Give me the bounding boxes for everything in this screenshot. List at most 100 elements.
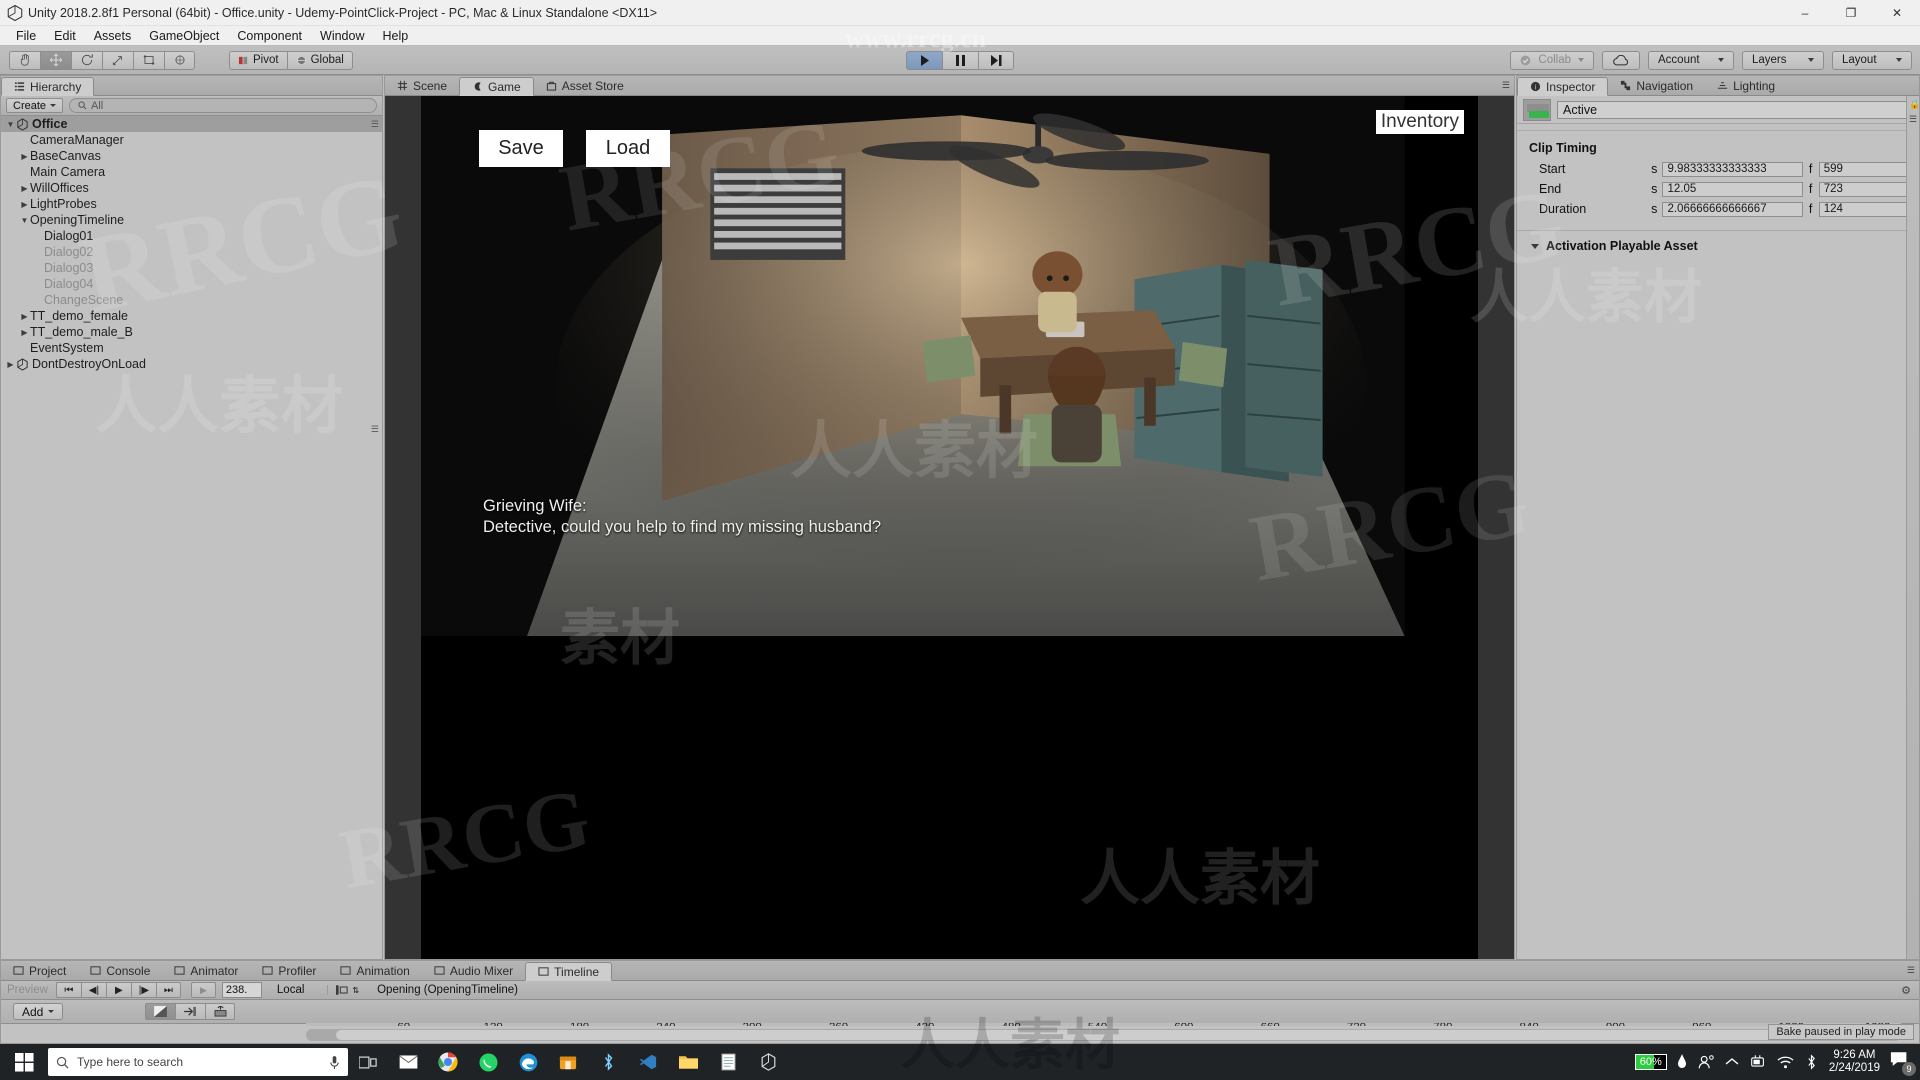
hierarchy-item-dontdestroyonload[interactable]: ▶DontDestroyOnLoad — [1, 356, 382, 372]
game-render-area[interactable]: Save Load Inventory Grieving Wife: Detec… — [421, 96, 1478, 959]
tab-animation[interactable]: Animation — [328, 961, 421, 980]
add-track-button[interactable]: Add — [13, 1003, 63, 1020]
timeline-asset-selector[interactable]: ⇅ — [327, 985, 359, 995]
menu-item-window[interactable]: Window — [311, 26, 373, 46]
tab-lighting[interactable]: Lighting — [1705, 76, 1787, 95]
menu-item-assets[interactable]: Assets — [85, 26, 141, 46]
frames-field[interactable]: 723 — [1819, 182, 1919, 197]
microphone-icon[interactable] — [329, 1055, 340, 1070]
tab-timeline[interactable]: Timeline — [525, 962, 612, 981]
previous-frame-button[interactable]: ◀| — [81, 982, 106, 998]
go-to-end-button[interactable]: ⏭ — [156, 982, 181, 998]
move-tool-button[interactable] — [40, 51, 71, 70]
next-frame-button[interactable]: |▶ — [131, 982, 156, 998]
rect-tool-button[interactable] — [133, 51, 164, 70]
battery-indicator[interactable]: 60% — [1635, 1054, 1667, 1070]
hierarchy-options-icon[interactable]: ☰ — [371, 119, 379, 130]
minimize-button[interactable]: – — [1782, 0, 1828, 26]
bluetooth-icon[interactable] — [588, 1044, 628, 1080]
chevron-up-icon[interactable] — [1725, 1057, 1739, 1067]
save-button[interactable]: Save — [479, 130, 563, 167]
frames-field[interactable]: 599 — [1819, 162, 1919, 177]
unity-taskbar-icon[interactable] — [748, 1044, 788, 1080]
whatsapp-icon[interactable] — [468, 1044, 508, 1080]
start-button[interactable] — [0, 1044, 48, 1080]
game-canvas[interactable]: Save Load Inventory Grieving Wife: Detec… — [385, 96, 1514, 959]
battery-plug-icon[interactable] — [1749, 1055, 1767, 1069]
task-view-icon[interactable] — [348, 1044, 388, 1080]
file-explorer-icon[interactable] — [668, 1044, 708, 1080]
play-button[interactable] — [906, 51, 942, 70]
play-timeline-button[interactable]: ▶ — [106, 982, 131, 998]
inventory-button[interactable]: Inventory — [1376, 110, 1464, 134]
timeline-mode-mix-button[interactable] — [145, 1003, 175, 1020]
account-button[interactable]: Account — [1648, 51, 1734, 70]
taskbar-search-input[interactable]: Type here to search — [48, 1048, 348, 1076]
hierarchy-item-eventsystem[interactable]: EventSystem — [1, 340, 382, 356]
chrome-icon[interactable] — [428, 1044, 468, 1080]
timeline-mode-ripple-button[interactable] — [175, 1003, 205, 1020]
load-button[interactable]: Load — [586, 130, 670, 167]
game-options-icon[interactable]: ☰ — [1502, 80, 1510, 91]
tab-audio-mixer[interactable]: Audio Mixer — [422, 961, 525, 980]
timeline-settings-icon[interactable]: ⚙ — [1901, 984, 1911, 997]
create-button[interactable]: Create — [6, 98, 63, 113]
menu-item-file[interactable]: File — [7, 26, 45, 46]
tab-profiler[interactable]: Profiler — [250, 961, 328, 980]
menu-item-edit[interactable]: Edit — [45, 26, 85, 46]
bluetooth-tray-icon[interactable] — [1804, 1054, 1819, 1070]
preview-label[interactable]: Preview — [1, 984, 56, 996]
pivot-button[interactable]: Pivot — [229, 51, 287, 70]
edge-icon[interactable] — [508, 1044, 548, 1080]
frames-field[interactable]: 124 — [1819, 202, 1919, 217]
inspector-options-icon[interactable]: ☰ — [1909, 114, 1917, 125]
timeline-horizontal-scrollbar[interactable] — [306, 1029, 1901, 1041]
timeline-mode-replace-button[interactable] — [205, 1003, 235, 1020]
hierarchy-item-changescene[interactable]: ChangeScene — [1, 292, 382, 308]
tab-scene[interactable]: Scene — [385, 76, 459, 95]
pause-button[interactable] — [942, 51, 978, 70]
hierarchy-item-tt-demo-female[interactable]: ▶TT_demo_female — [1, 308, 382, 324]
seconds-field[interactable]: 9.98333333333333 — [1662, 162, 1802, 177]
tab-asset-store[interactable]: Asset Store — [534, 76, 636, 95]
tab-hierarchy[interactable]: Hierarchy — [1, 77, 94, 96]
frame-field[interactable]: 238. — [222, 982, 262, 998]
taskbar-clock[interactable]: 9:26 AM 2/24/2019 — [1829, 1049, 1880, 1075]
activation-playable-asset-foldout[interactable]: Activation Playable Asset — [1517, 237, 1919, 255]
close-button[interactable]: ✕ — [1874, 0, 1920, 26]
hierarchy-item-cameramanager[interactable]: CameraManager — [1, 132, 382, 148]
seconds-field[interactable]: 2.06666666666667 — [1662, 202, 1802, 217]
scrollbar-thumb[interactable] — [336, 1030, 1897, 1040]
transform-tool-button[interactable] — [164, 51, 195, 70]
layout-button[interactable]: Layout — [1832, 51, 1912, 70]
seconds-field[interactable]: 12.05 — [1662, 182, 1802, 197]
hierarchy-item-lightprobes[interactable]: ▶LightProbes — [1, 196, 382, 212]
timeline-options-icon[interactable]: ☰ — [1907, 965, 1915, 976]
people-icon[interactable] — [1697, 1054, 1715, 1070]
wifi-icon[interactable] — [1777, 1055, 1794, 1069]
menu-item-help[interactable]: Help — [373, 26, 417, 46]
layers-button[interactable]: Layers — [1742, 51, 1824, 70]
mail-icon[interactable] — [388, 1044, 428, 1080]
timeline-clip-area[interactable]: 6012018024030036042048054060066072078084… — [306, 1023, 1901, 1026]
scale-tool-button[interactable] — [102, 51, 133, 70]
hierarchy-item-openingtimeline[interactable]: ▼OpeningTimeline — [1, 212, 382, 228]
local-toggle[interactable]: Local — [268, 984, 314, 996]
global-button[interactable]: Global — [287, 51, 353, 70]
vscode-icon[interactable] — [628, 1044, 668, 1080]
tab-project[interactable]: Project — [1, 961, 78, 980]
collab-button[interactable]: Collab — [1510, 51, 1594, 70]
inspector-lock-icon[interactable]: 🔒 — [1909, 99, 1920, 110]
tab-inspector[interactable]: iInspector — [1517, 77, 1608, 96]
hierarchy-item-basecanvas[interactable]: ▶BaseCanvas — [1, 148, 382, 164]
hierarchy-item-main-camera[interactable]: Main Camera — [1, 164, 382, 180]
tab-navigation[interactable]: Navigation — [1608, 76, 1705, 95]
asset-name-field[interactable]: Active — [1557, 101, 1913, 119]
tab-animator[interactable]: Animator — [162, 961, 250, 980]
menu-item-gameobject[interactable]: GameObject — [140, 26, 228, 46]
tab-game[interactable]: Game — [459, 77, 534, 96]
hierarchy-item-dialog02[interactable]: Dialog02 — [1, 244, 382, 260]
go-to-start-button[interactable]: ⏮ — [56, 982, 81, 998]
tab-console[interactable]: Console — [78, 961, 162, 980]
hierarchy-scene-options-icon[interactable]: ☰ — [371, 424, 379, 435]
